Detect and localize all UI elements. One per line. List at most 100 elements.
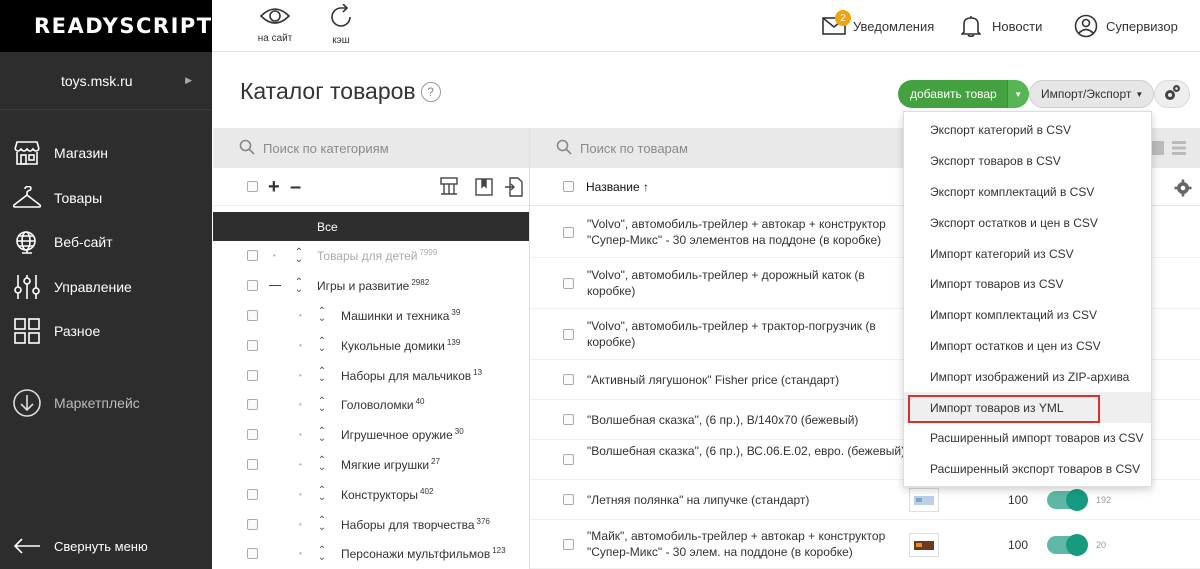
- site-selector[interactable]: toys.msk.ru ▶: [0, 52, 212, 110]
- product-checkbox[interactable]: [563, 277, 574, 289]
- drag-sort-icon[interactable]: ⌃ ⌄: [317, 486, 327, 503]
- category-checkbox[interactable]: [247, 518, 258, 530]
- column-name-header[interactable]: Название ↑: [586, 180, 649, 194]
- category-checkbox[interactable]: [247, 250, 258, 262]
- category-checkbox[interactable]: [247, 309, 258, 321]
- product-checkbox[interactable]: [563, 226, 574, 238]
- sidebar-item-management[interactable]: Управление: [0, 265, 212, 310]
- plus-icon[interactable]: +: [268, 177, 280, 197]
- product-thumbnail[interactable]: [909, 488, 939, 512]
- tree-icon[interactable]: [439, 177, 459, 200]
- category-checkbox[interactable]: [247, 429, 258, 441]
- drag-sort-icon[interactable]: ⌃ ⌄: [317, 516, 327, 533]
- product-name[interactable]: "Майк", автомобиль-трейлер + автокар + к…: [587, 528, 907, 561]
- drag-sort-icon[interactable]: ⌃ ⌄: [317, 396, 327, 413]
- sidebar-item-website[interactable]: Веб-сайт: [0, 220, 212, 265]
- category-row[interactable]: • ⌃ ⌄ Наборы для мальчиков 13: [213, 360, 529, 390]
- notifications-button[interactable]: 2 Уведомления: [822, 0, 934, 52]
- category-checkbox[interactable]: [247, 458, 258, 470]
- product-checkbox[interactable]: [563, 414, 574, 425]
- gear-icon[interactable]: [1174, 179, 1192, 200]
- chevron-down-icon[interactable]: ▼: [1006, 80, 1029, 108]
- add-product-label[interactable]: добавить товар: [898, 80, 1007, 108]
- list-view-icon[interactable]: [1172, 141, 1186, 158]
- add-category-icon[interactable]: [504, 176, 524, 201]
- category-all[interactable]: Все: [213, 212, 529, 241]
- sidebar-item-products[interactable]: Товары: [0, 176, 212, 221]
- menu-item-11[interactable]: Расширенный экспорт товаров в CSV: [904, 454, 1151, 485]
- select-all-products-checkbox[interactable]: [563, 181, 574, 192]
- category-row[interactable]: • ⌃ ⌄ Товары для детей 7999: [213, 241, 529, 271]
- category-checkbox[interactable]: [247, 280, 258, 292]
- clear-cache-button[interactable]: кэш: [317, 3, 365, 46]
- category-row[interactable]: • ⌃ ⌄ Головоломки 40: [213, 390, 529, 420]
- add-product-button[interactable]: добавить товар ▼: [898, 80, 1029, 108]
- menu-item-0[interactable]: Экспорт категорий в CSV: [904, 115, 1151, 146]
- user-menu[interactable]: Супервизор: [1074, 0, 1178, 52]
- category-row[interactable]: • ⌃ ⌄ Наборы для творчества 376: [213, 509, 529, 539]
- category-checkbox[interactable]: [247, 339, 258, 351]
- drag-sort-icon[interactable]: ⌃ ⌄: [317, 337, 327, 354]
- product-checkbox[interactable]: [563, 328, 574, 340]
- sidebar-item-misc[interactable]: Разное: [0, 309, 212, 354]
- product-name[interactable]: "Volvo", автомобиль-трейлер + трактор-по…: [587, 318, 907, 351]
- product-name[interactable]: "Volvo", автомобиль-трейлер + дорожный к…: [587, 267, 907, 300]
- menu-item-1[interactable]: Экспорт товаров в CSV: [904, 146, 1151, 177]
- product-checkbox[interactable]: [563, 538, 574, 550]
- sidebar-item-shop[interactable]: Магазин: [0, 131, 212, 176]
- menu-item-4[interactable]: Импорт категорий из CSV: [904, 238, 1151, 269]
- sidebar-item-marketplace[interactable]: Маркетплейс: [0, 381, 212, 426]
- product-checkbox[interactable]: [563, 374, 574, 385]
- category-row[interactable]: • ⌃ ⌄ Кукольные домики 139: [213, 330, 529, 360]
- drag-sort-icon[interactable]: ⌃ ⌄: [294, 247, 304, 264]
- drag-sort-icon[interactable]: ⌃ ⌄: [317, 367, 327, 384]
- product-name[interactable]: "Волшебная сказка", (6 пр.), В/140х70 (б…: [587, 412, 907, 429]
- drag-sort-icon[interactable]: ⌃ ⌄: [317, 426, 327, 443]
- grid-view-icon[interactable]: [1152, 141, 1164, 158]
- menu-item-3[interactable]: Экспорт остатков и цен в CSV: [904, 207, 1151, 238]
- category-row[interactable]: • ⌃ ⌄ Персонажи мультфильмов 123: [213, 539, 529, 569]
- collapse-toggle-icon[interactable]: [269, 285, 281, 287]
- category-checkbox[interactable]: [247, 488, 258, 500]
- category-row[interactable]: • ⌃ ⌄ Машинки и техника 39: [213, 301, 529, 331]
- menu-item-6[interactable]: Импорт комплектаций из CSV: [904, 300, 1151, 331]
- minus-icon[interactable]: –: [290, 177, 301, 197]
- product-public-toggle[interactable]: [1047, 533, 1088, 556]
- category-row[interactable]: • ⌃ ⌄ Мягкие игрушки 27: [213, 450, 529, 480]
- edit-category-icon[interactable]: [474, 177, 494, 200]
- category-checkbox[interactable]: [247, 548, 258, 560]
- logo[interactable]: READYSCRIPT: [0, 0, 212, 52]
- drag-sort-icon[interactable]: ⌃ ⌄: [317, 307, 327, 324]
- news-button[interactable]: Новости: [961, 0, 1042, 52]
- menu-item-8[interactable]: Импорт изображений из ZIP-архива: [904, 361, 1151, 392]
- category-row[interactable]: ⌃ ⌄ Игры и развитие 2982: [213, 271, 529, 301]
- drag-sort-icon[interactable]: ⌃ ⌄: [317, 456, 327, 473]
- product-name[interactable]: "Летняя полянка" на липучке (стандарт): [587, 492, 907, 509]
- product-name[interactable]: "Активный лягушонок" Fisher price (станд…: [587, 372, 907, 389]
- import-export-button[interactable]: Импорт/Экспорт ▼: [1029, 80, 1155, 108]
- menu-item-5[interactable]: Импорт товаров из CSV: [904, 269, 1151, 300]
- help-icon[interactable]: ?: [420, 81, 441, 102]
- settings-button[interactable]: [1154, 80, 1190, 108]
- product-name[interactable]: "Volvo", автомобиль-трейлер + автокар + …: [587, 216, 907, 249]
- collapse-menu-button[interactable]: Свернуть меню: [0, 523, 212, 569]
- category-checkbox[interactable]: [247, 399, 258, 411]
- table-row[interactable]: "Майк", автомобиль-трейлер + автокар + к…: [530, 520, 1200, 569]
- menu-item-7[interactable]: Импорт остатков и цен из CSV: [904, 331, 1151, 362]
- product-name[interactable]: "Волшебная сказка", (6 пр.), ВС.06.Е.02,…: [587, 443, 907, 460]
- category-search[interactable]: Поиск по категориям: [213, 128, 529, 168]
- category-checkbox[interactable]: [247, 369, 258, 381]
- product-checkbox[interactable]: [563, 494, 574, 505]
- select-all-categories-checkbox[interactable]: [247, 181, 258, 192]
- menu-item-2[interactable]: Экспорт комплектаций в CSV: [904, 177, 1151, 208]
- menu-item-9[interactable]: Импорт товаров из YML: [904, 392, 1151, 423]
- category-row[interactable]: • ⌃ ⌄ Игрушечное оружие 30: [213, 420, 529, 450]
- category-row[interactable]: • ⌃ ⌄ Конструкторы 402: [213, 479, 529, 509]
- drag-sort-icon[interactable]: ⌃ ⌄: [317, 545, 327, 562]
- menu-item-10[interactable]: Расширенный импорт товаров из CSV: [904, 423, 1151, 454]
- product-checkbox[interactable]: [563, 454, 574, 465]
- view-site-button[interactable]: на сайт: [251, 4, 299, 44]
- product-thumbnail[interactable]: [909, 532, 939, 557]
- product-public-toggle[interactable]: [1047, 489, 1088, 511]
- drag-sort-icon[interactable]: ⌃ ⌄: [294, 277, 304, 294]
